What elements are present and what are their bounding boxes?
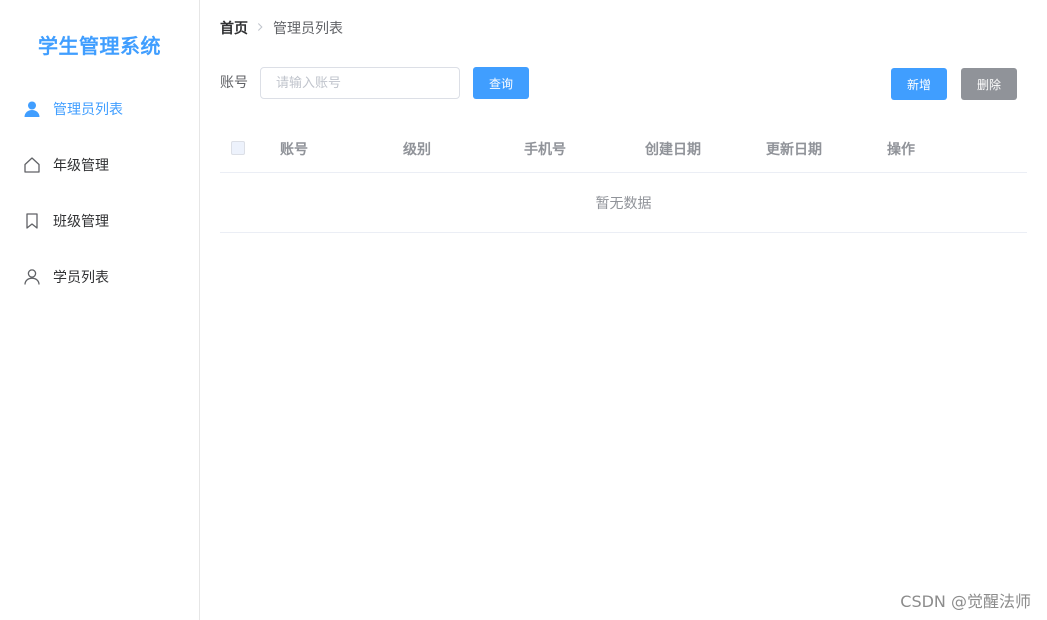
column-header-account: 账号	[280, 142, 308, 158]
account-search-input[interactable]	[260, 67, 460, 99]
main-content: 首页 管理员列表 账号 查询 新增 删除 账号 级别 手机号 创建日期 更新日期…	[220, 0, 1027, 620]
column-header-phone: 手机号	[524, 142, 566, 158]
search-row: 账号 查询 新增 删除	[220, 67, 1027, 100]
add-button[interactable]: 新增	[891, 68, 947, 100]
sidebar-item-grade[interactable]: 年级管理	[0, 137, 199, 193]
column-header-created: 创建日期	[645, 142, 701, 158]
table-empty: 暂无数据	[220, 173, 1027, 233]
admin-table: 账号 级别 手机号 创建日期 更新日期 操作 暂无数据	[220, 124, 1027, 233]
column-header-updated: 更新日期	[766, 142, 822, 158]
app-logo-title: 学生管理系统	[38, 34, 161, 58]
sidebar-item-label: 管理员列表	[53, 102, 123, 118]
account-label: 账号	[220, 75, 248, 91]
bookmark-icon	[23, 212, 41, 230]
sidebar-item-class[interactable]: 班级管理	[0, 193, 199, 249]
column-header-actions: 操作	[887, 142, 915, 158]
sidebar-item-label: 学员列表	[53, 270, 109, 286]
sidebar-item-label: 班级管理	[53, 214, 109, 230]
watermark: CSDN @觉醒法师	[900, 592, 1031, 611]
sidebar-item-label: 年级管理	[53, 158, 109, 174]
column-header-level: 级别	[403, 142, 431, 158]
sidebar-menu: 管理员列表 年级管理 班级管理 学员列表	[0, 81, 199, 305]
sidebar: 学生管理系统 管理员列表 年级管理 班级管理 学员列表	[0, 0, 200, 620]
sidebar-item-students[interactable]: 学员列表	[0, 249, 199, 305]
user-filled-icon	[23, 100, 41, 118]
delete-button[interactable]: 删除	[961, 68, 1017, 100]
empty-text: 暂无数据	[595, 195, 652, 212]
chevron-right-icon	[257, 21, 264, 35]
breadcrumb: 首页 管理员列表	[220, 18, 343, 38]
table-header: 账号 级别 手机号 创建日期 更新日期 操作	[220, 124, 1027, 173]
user-icon	[23, 268, 41, 286]
house-icon	[23, 156, 41, 174]
query-button[interactable]: 查询	[473, 67, 529, 99]
sidebar-item-admin-list[interactable]: 管理员列表	[0, 81, 199, 137]
breadcrumb-current: 管理员列表	[273, 21, 343, 37]
select-all-checkbox[interactable]	[231, 141, 245, 155]
breadcrumb-home[interactable]: 首页	[220, 18, 248, 38]
